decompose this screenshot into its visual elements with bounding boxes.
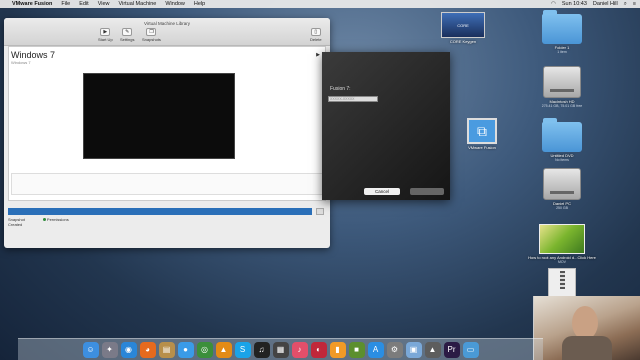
desktop-vmware-app[interactable]: ⧉ VMware Fusion	[442, 118, 522, 150]
vm-library-window: Virtual Machine Library ▶ Start Up ✎ Set…	[4, 18, 330, 248]
messages-icon[interactable]: ●	[177, 341, 194, 358]
vmware-label: VMware Fusion	[468, 145, 496, 150]
minecraft-icon[interactable]: ■	[348, 341, 365, 358]
appstore-icon[interactable]: A	[367, 341, 384, 358]
activity-icon[interactable]: ▲	[424, 341, 441, 358]
vm-os: Windows 7	[11, 60, 31, 65]
video-thumbnail-icon	[539, 224, 585, 254]
item-sub: 1 item	[557, 50, 567, 54]
snapshot-sub: Created	[8, 222, 23, 227]
premiere-icon[interactable]: Pr	[443, 341, 460, 358]
finder-icon[interactable]: ☺	[82, 341, 99, 358]
search-icon[interactable]: ⌕	[624, 1, 627, 8]
hard-drive-icon	[543, 66, 581, 98]
desktop-folder-1[interactable]: Folder 1 1 item	[527, 10, 597, 54]
play-icon: ▶	[100, 28, 111, 36]
vm-info-box	[11, 173, 323, 195]
item-sub: MOV	[558, 260, 566, 264]
dock: ☺ ✦ ◉ ◕ ▤ ● ◎ ▲ S ♫ ▦ ♪ ◐ ▮ ■ A ⚙ ▣ ▲ Pr ▭	[18, 338, 543, 360]
person-face	[572, 306, 598, 340]
cancel-button[interactable]: Cancel	[364, 188, 400, 195]
start-up-button[interactable]: ▶ Start Up	[98, 28, 113, 42]
license-key-field[interactable]: XXXXX-XXXXX	[328, 96, 378, 102]
menu-help[interactable]: Help	[194, 1, 205, 7]
core-image: CORE	[441, 12, 485, 38]
menu-window[interactable]: Window	[165, 1, 185, 7]
delete-button[interactable]: ▯ Delete	[310, 28, 322, 42]
vm-detail-panel: Windows 7 Windows 7 ▶	[8, 46, 326, 201]
firefox-icon[interactable]: ◕	[139, 341, 156, 358]
skype-icon[interactable]: S	[234, 341, 251, 358]
vm-list-selected-row[interactable]	[8, 208, 312, 215]
permissions-label: Permissions	[46, 217, 69, 222]
webcam-overlay	[533, 296, 640, 360]
wifi-icon[interactable]: ◠	[551, 1, 556, 7]
preview-icon[interactable]: ▣	[405, 341, 422, 358]
user-name[interactable]: Daniel Hill	[593, 1, 618, 7]
menu-bar: VMware Fusion File Edit View Virtual Mac…	[0, 0, 640, 8]
vlc-icon[interactable]: ▲	[215, 341, 232, 358]
vm-name: Windows 7	[11, 50, 56, 60]
window-titlebar: Virtual Machine Library ▶ Start Up ✎ Set…	[4, 18, 330, 46]
start-up-label: Start Up	[98, 37, 113, 42]
vmware-icon: ⧉	[467, 118, 497, 144]
desktop-macintosh-hd[interactable]: Macintosh HD 275.41 GB, 75.01 GB free	[527, 66, 597, 108]
wrench-icon: ✎	[122, 28, 133, 36]
folder-icon	[542, 10, 582, 44]
launchpad-icon[interactable]: ✦	[101, 341, 118, 358]
status-dot-icon	[42, 218, 46, 221]
desktop-daniel-pc[interactable]: Daniel PC 250 GB	[527, 168, 597, 210]
snapshot-tab[interactable]: Snapshot Created	[8, 217, 25, 227]
list-options-button[interactable]	[316, 208, 324, 215]
menu-app-name[interactable]: VMware Fusion	[12, 1, 52, 7]
permissions-tab[interactable]: Permissions	[42, 217, 69, 227]
trash-icon: ▯	[310, 28, 321, 36]
license-label: Fusion 7:	[330, 86, 351, 92]
settings-label: Settings	[120, 37, 135, 42]
desktop-untitled-dvd[interactable]: Untitled DVD No items	[527, 118, 597, 162]
window-title: Virtual Machine Library	[144, 21, 190, 26]
item-sub: 250 GB	[556, 206, 568, 210]
itunes-icon[interactable]: ♪	[291, 341, 308, 358]
menu-virtual-machine[interactable]: Virtual Machine	[119, 1, 157, 7]
folder-icon	[542, 118, 582, 152]
preferences-icon[interactable]: ⚙	[386, 341, 403, 358]
folder-icon[interactable]: ▭	[462, 341, 479, 358]
menu-file[interactable]: File	[61, 1, 70, 7]
settings-button[interactable]: ✎ Settings	[120, 28, 134, 42]
core-keygen-label: CORE Keygen	[449, 39, 477, 44]
status-area: ◠ Sun 10:43 Daniel Hill ⌕ ≡	[551, 1, 636, 8]
list-icon[interactable]: ≡	[633, 1, 636, 7]
piano-icon[interactable]: ♫	[253, 341, 270, 358]
vm-tab-row: Snapshot Created Permissions	[8, 217, 69, 227]
menu-view[interactable]: View	[98, 1, 110, 7]
notes-icon[interactable]: ▤	[158, 341, 175, 358]
hard-drive-icon	[543, 168, 581, 200]
clock[interactable]: Sun 10:43	[562, 1, 587, 7]
snapshot-icon: ❐	[146, 28, 157, 36]
menu-edit[interactable]: Edit	[79, 1, 88, 7]
item-sub: 275.41 GB, 75.01 GB free	[541, 104, 583, 108]
desktop-core-keygen[interactable]: CORE CORE Keygen	[428, 12, 498, 44]
expand-arrow-icon[interactable]: ▶	[316, 52, 320, 58]
chrome-icon[interactable]: ◎	[196, 341, 213, 358]
continue-button[interactable]	[410, 188, 444, 195]
clapper-icon[interactable]: ▦	[272, 341, 289, 358]
license-dialog: Fusion 7: XXXXX-XXXXX Cancel	[322, 52, 450, 200]
delete-label: Delete	[310, 37, 322, 42]
photobooth-icon[interactable]: ◐	[310, 341, 327, 358]
safari-icon[interactable]: ◉	[120, 341, 137, 358]
person-shirt	[562, 336, 612, 360]
snapshots-label: Snapshots	[142, 37, 161, 42]
desktop-android-video[interactable]: How to root any Android d...Click Here M…	[527, 224, 597, 264]
snapshots-button[interactable]: ❐ Snapshots	[142, 28, 161, 42]
vm-preview-screen[interactable]	[83, 73, 235, 159]
item-sub: No items	[555, 158, 569, 162]
ibooks-icon[interactable]: ▮	[329, 341, 346, 358]
